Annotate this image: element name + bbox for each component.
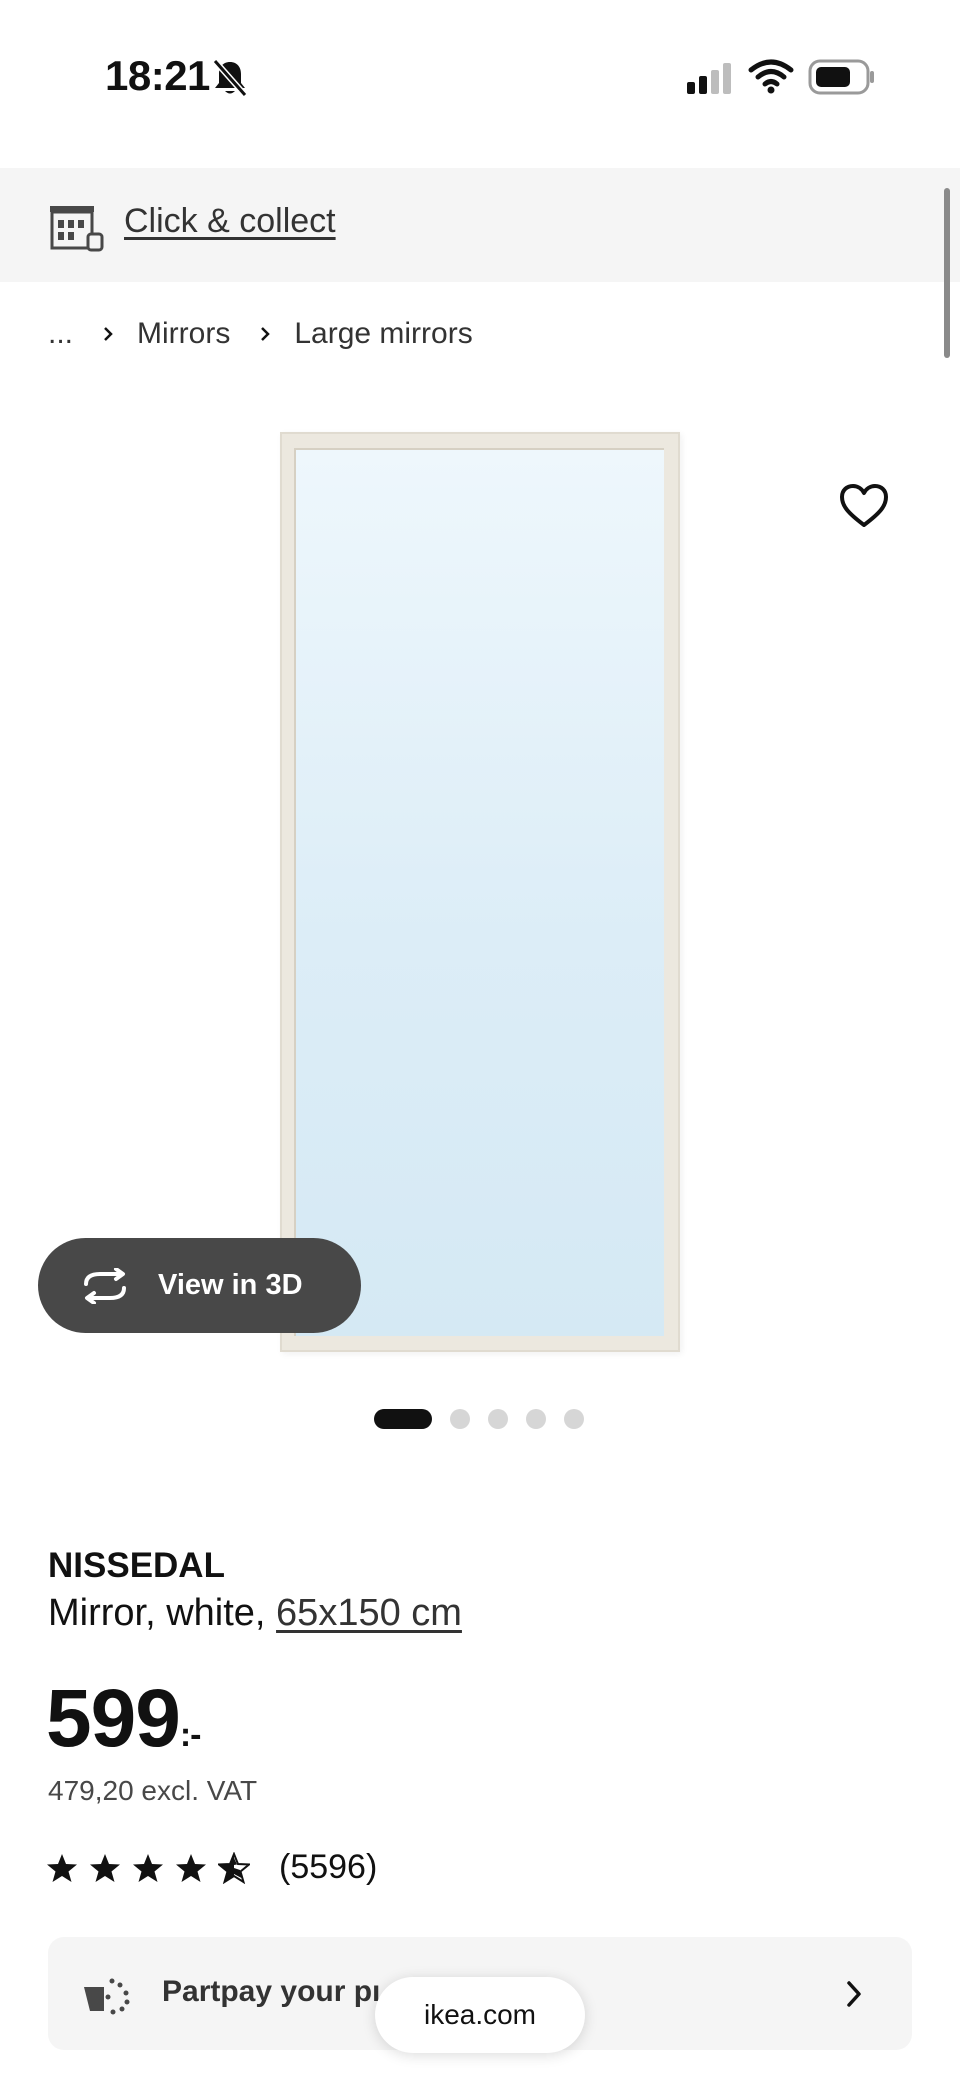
browser-url-text: ikea.com [423, 1999, 537, 2030]
gallery-dot-active[interactable] [374, 1409, 432, 1429]
star-half-icon [218, 1851, 250, 1884]
price-value: 599 [46, 1673, 181, 1764]
star-full-icon [90, 1853, 120, 1882]
star-full-icon [133, 1853, 163, 1882]
status-time: 18:21 [105, 52, 210, 99]
product-description-text: Mirror, white, [48, 1592, 277, 1634]
breadcrumb-item-ellipsis[interactable]: ... [48, 317, 73, 351]
gallery-dot[interactable] [450, 1409, 470, 1429]
view-in-3d-button[interactable]: View in 3D [38, 1238, 361, 1333]
product-photo-mirror [280, 432, 680, 1352]
store-icon [50, 206, 104, 252]
gallery-dot[interactable] [488, 1409, 508, 1429]
chevron-right-icon [261, 327, 271, 341]
breadcrumb-item-mirrors[interactable]: Mirrors [137, 317, 230, 351]
chevron-right-icon [847, 1981, 861, 2007]
status-bar: 18:21 [0, 0, 960, 160]
click-and-collect-link[interactable]: Click & collect [124, 202, 336, 241]
click-and-collect-bar[interactable]: Click & collect [0, 168, 960, 282]
partpay-icon [84, 1978, 130, 2015]
chevron-right-icon [104, 327, 113, 341]
browser-url-bar[interactable]: ikea.com [375, 1977, 585, 2053]
view-in-3d-label: View in 3D [158, 1269, 303, 1301]
heart-outline-icon[interactable] [838, 482, 890, 530]
gallery-pagination [374, 1409, 584, 1429]
review-count[interactable]: (5596) [279, 1848, 377, 1887]
page-scrollbar[interactable] [944, 188, 950, 358]
battery-icon [808, 59, 874, 95]
cellular-signal-icon [687, 63, 731, 94]
bell-slash-icon [212, 59, 248, 97]
breadcrumb: ... Mirrors Large mirrors [48, 312, 473, 356]
product-rating[interactable]: (5596) [46, 1848, 377, 1887]
wifi-icon [748, 59, 794, 94]
price-suffix: :- [179, 1716, 202, 1754]
gallery-dot[interactable] [526, 1409, 546, 1429]
partpay-label: Partpay your pı [162, 1975, 381, 2008]
star-full-icon [47, 1853, 77, 1882]
rotate-3d-icon [84, 1267, 126, 1304]
product-price: 599:- [46, 1672, 202, 1766]
gallery-dot[interactable] [564, 1409, 584, 1429]
star-full-icon [176, 1853, 206, 1882]
product-name: NISSEDAL [48, 1546, 225, 1585]
product-size-link[interactable]: 65x150 cm [276, 1592, 462, 1634]
product-image-gallery[interactable] [0, 380, 960, 1380]
mirror-glass [294, 448, 664, 1336]
product-description: Mirror, white, 65x150 cm [48, 1592, 462, 1635]
price-excl-vat: 479,20 excl. VAT [48, 1775, 258, 1806]
breadcrumb-item-large-mirrors[interactable]: Large mirrors [294, 317, 472, 351]
